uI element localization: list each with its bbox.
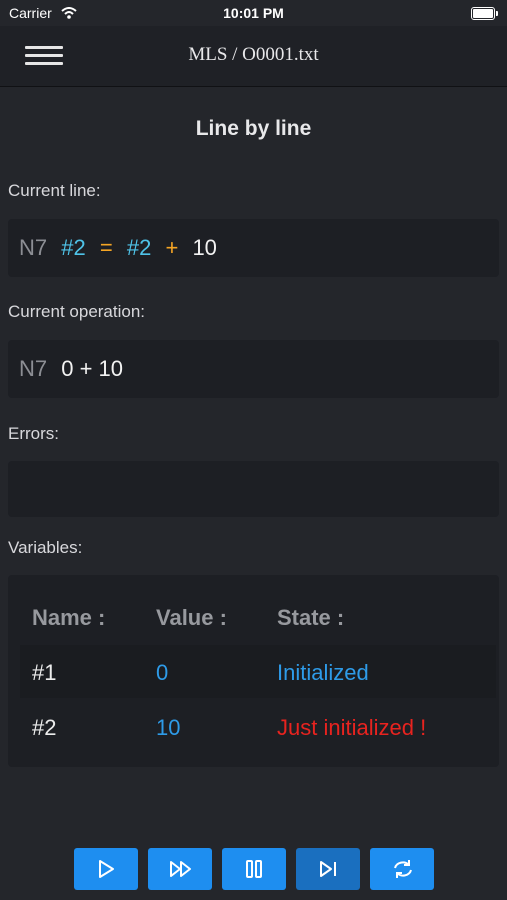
variable-state: Just initialized ! <box>277 715 427 740</box>
current-line-box: N7 #2 = #2 + 10 <box>8 219 499 277</box>
variable-value: 0 <box>156 660 169 685</box>
screen: Carrier 10:01 PM MLS / O0001.txt Line by… <box>0 0 507 900</box>
step-forward-icon <box>320 861 336 877</box>
variable-name: #1 <box>32 660 57 685</box>
literal-value: 10 <box>192 235 217 260</box>
battery-icon <box>471 7 498 20</box>
errors-box <box>8 461 499 517</box>
line-number: N7 <box>19 235 48 260</box>
state-column-header: State : <box>277 605 345 630</box>
step-forward-button[interactable] <box>296 848 360 890</box>
variable-value: 10 <box>156 715 181 740</box>
refresh-icon <box>394 860 412 878</box>
variables-label: Variables: <box>8 538 83 557</box>
nav-title: MLS / O0001.txt <box>188 44 319 65</box>
variables-table: Name : Value : State : #1 0 Initialized … <box>8 575 499 767</box>
operand-variable: #2 <box>126 235 152 260</box>
assign-operator: = <box>99 235 113 260</box>
fast-forward-icon <box>170 861 191 877</box>
current-operation-code: N7 0 + 10 <box>19 356 131 382</box>
pause-icon <box>246 860 262 878</box>
variable-state: Initialized <box>277 660 369 685</box>
current-operation-label: Current operation: <box>8 302 146 321</box>
table-row: #2 10 Just initialized ! <box>20 700 496 753</box>
current-line-code: N7 #2 = #2 + 10 <box>19 235 225 261</box>
play-icon <box>99 860 114 878</box>
page-title: Line by line <box>195 117 312 140</box>
operation-line-number: N7 <box>19 356 48 381</box>
current-operation-box: N7 0 + 10 <box>8 340 499 398</box>
nav-bar: MLS / O0001.txt <box>0 26 507 87</box>
plus-operator: + <box>165 235 179 260</box>
operation-expression: 0 + 10 <box>61 356 124 381</box>
value-column-header: Value : <box>156 605 227 630</box>
table-row: #1 0 Initialized <box>20 645 496 698</box>
fast-forward-button[interactable] <box>148 848 212 890</box>
name-column-header: Name : <box>32 605 106 630</box>
pause-button[interactable] <box>222 848 286 890</box>
variable-name: #2 <box>32 715 57 740</box>
current-line-label: Current line: <box>8 181 101 200</box>
clock: 10:01 PM <box>223 5 284 21</box>
errors-label: Errors: <box>8 424 59 443</box>
refresh-button[interactable] <box>370 848 434 890</box>
play-button[interactable] <box>74 848 138 890</box>
status-bar: Carrier 10:01 PM <box>0 0 507 26</box>
target-variable: #2 <box>61 235 86 260</box>
